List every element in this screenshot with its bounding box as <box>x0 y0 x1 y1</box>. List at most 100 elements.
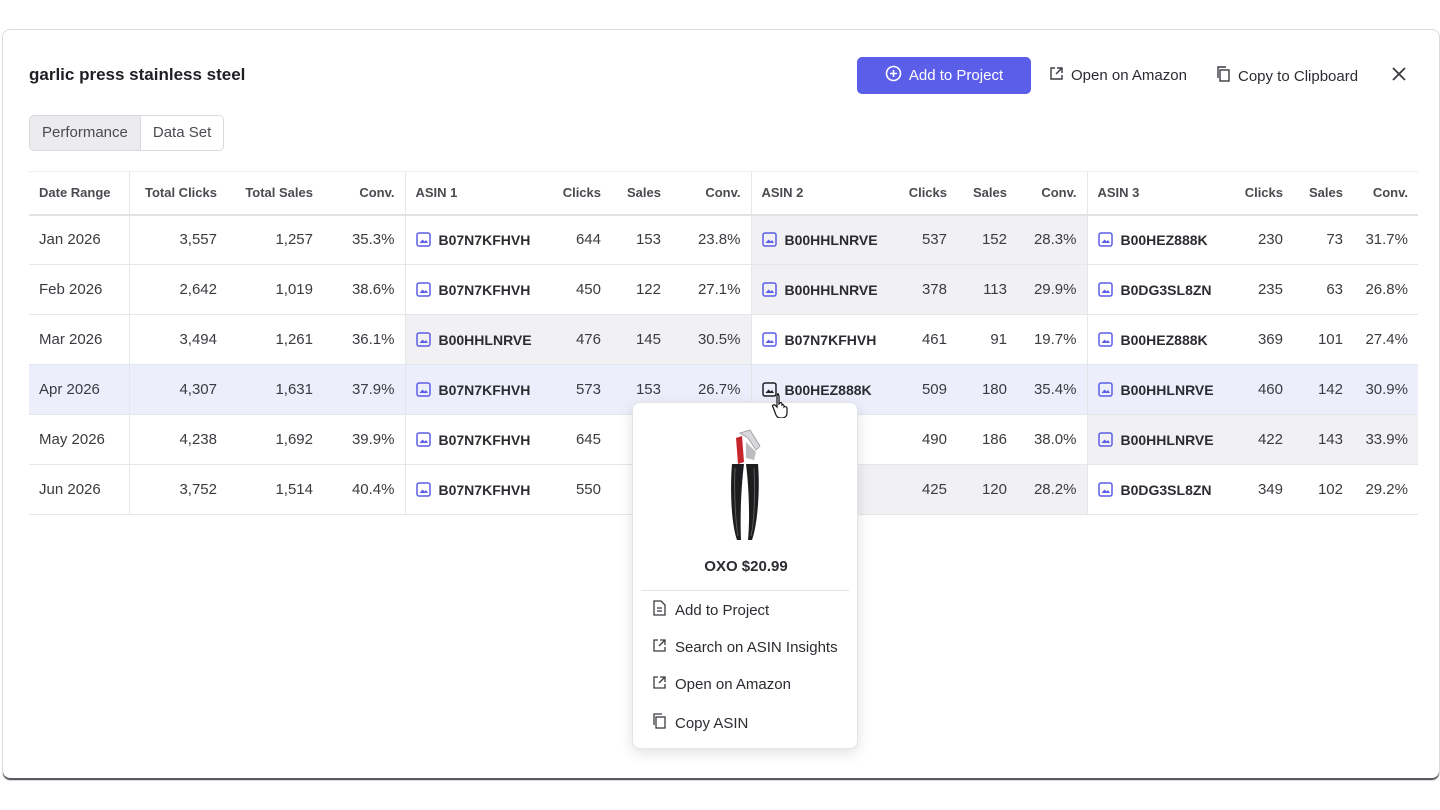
metric-cell: 28.3% <box>1017 214 1087 265</box>
asin-cell[interactable]: B0DG3SL8ZN <box>1086 464 1227 515</box>
tab-performance[interactable]: Performance <box>30 116 141 150</box>
asin-cell[interactable]: B07N7KFHVH <box>404 264 545 315</box>
asin-chip[interactable]: B00HHLNRVE <box>415 331 536 348</box>
image-icon <box>415 332 431 347</box>
close-icon[interactable] <box>1389 64 1409 84</box>
asin-chip[interactable]: B07N7KFHVH <box>415 231 536 248</box>
metric-cell: 461 <box>891 314 957 365</box>
col-header-conv[interactable]: Conv. <box>323 171 405 216</box>
asin-cell[interactable]: B00HHLNRVE <box>1086 414 1227 465</box>
asin-cell[interactable]: B00HEZ888K <box>1086 314 1227 365</box>
date-range-cell: May 2026 <box>29 414 129 465</box>
metric-cell: 35.3% <box>323 214 405 265</box>
metric-cell: 120 <box>957 464 1017 515</box>
external-link-icon <box>652 638 667 657</box>
table-header-row: Date Range Total Clicks Total Sales Conv… <box>29 171 1418 216</box>
metric-cell: 27.4% <box>1353 314 1418 365</box>
col-header-asin-1[interactable]: ASIN 1 <box>404 171 545 216</box>
menu-item-add-to-project[interactable]: Add to Project <box>652 600 769 620</box>
col-header-asin-3[interactable]: ASIN 3 <box>1086 171 1227 216</box>
asin-chip[interactable]: B07N7KFHVH <box>415 482 536 498</box>
date-range-cell: Jun 2026 <box>29 464 129 515</box>
asin-chip[interactable]: B0DG3SL8ZN <box>1097 482 1218 498</box>
asin-chip[interactable]: B00HHLNRVE <box>1097 432 1218 448</box>
image-icon <box>1097 382 1113 397</box>
asin-cell[interactable]: B07N7KFHVH <box>404 414 545 465</box>
col-header-total-clicks[interactable]: Total Clicks <box>128 171 227 216</box>
image-icon <box>1097 332 1113 347</box>
asin-cell[interactable]: B00HHLNRVE <box>750 264 891 315</box>
asin-label: B07N7KFHVH <box>438 231 531 248</box>
image-icon <box>415 232 431 247</box>
col-header-asin-2-conv[interactable]: Conv. <box>1017 171 1087 216</box>
asin-chip[interactable]: B00HHLNRVE <box>761 232 882 248</box>
metric-cell: 30.9% <box>1353 364 1418 415</box>
asin-cell[interactable]: B00HHLNRVE <box>1086 364 1227 415</box>
asin-popup-menu: OXO $20.99 Add to Project Search on ASIN… <box>632 402 858 749</box>
col-header-date-range[interactable]: Date Range <box>29 171 129 216</box>
asin-cell[interactable]: B00HHLNRVE <box>750 214 891 265</box>
metric-cell: 27.1% <box>671 264 751 315</box>
col-header-asin-1-sales[interactable]: Sales <box>611 171 671 216</box>
menu-item-open-on-amazon[interactable]: Open on Amazon <box>652 675 791 694</box>
asin-chip[interactable]: B07N7KFHVH <box>415 282 536 298</box>
image-icon <box>1097 482 1113 497</box>
col-header-asin-2-clicks[interactable]: Clicks <box>891 171 957 216</box>
asin-cell[interactable]: B07N7KFHVH <box>404 214 545 265</box>
menu-item-label: Open on Amazon <box>675 676 791 693</box>
image-icon <box>415 482 431 497</box>
copy-to-clipboard-button[interactable]: Copy to Clipboard <box>1216 66 1358 86</box>
metric-cell: 39.9% <box>323 414 405 465</box>
col-header-asin-3-clicks[interactable]: Clicks <box>1227 171 1293 216</box>
asin-cell[interactable]: B0DG3SL8ZN <box>1086 264 1227 315</box>
metric-cell: 19.7% <box>1017 314 1087 365</box>
asin-cell[interactable]: B00HEZ888K <box>1086 214 1227 265</box>
col-header-total-sales[interactable]: Total Sales <box>227 171 323 216</box>
asin-cell[interactable]: B07N7KFHVH <box>750 314 891 365</box>
metric-cell: 26.8% <box>1353 264 1418 315</box>
col-header-asin-2-sales[interactable]: Sales <box>957 171 1017 216</box>
table-row[interactable]: Feb 2026 2,642 1,019 38.6% B07N7KFHVH 450 122 2… <box>29 264 1418 315</box>
table-row[interactable]: Mar 2026 3,494 1,261 36.1% B00HHLNRVE 476 145 3… <box>29 314 1418 365</box>
menu-item-copy-asin[interactable]: Copy ASIN <box>652 713 748 733</box>
asin-cell[interactable]: B07N7KFHVH <box>404 464 545 515</box>
metric-cell: 1,514 <box>227 464 323 515</box>
metric-cell: 3,752 <box>128 464 227 515</box>
open-on-amazon-button[interactable]: Open on Amazon <box>1049 66 1187 85</box>
table-row[interactable]: Jan 2026 3,557 1,257 35.3% B07N7KFHVH 644 153 2… <box>29 214 1418 265</box>
col-header-asin-3-sales[interactable]: Sales <box>1293 171 1353 216</box>
col-header-asin-1-clicks[interactable]: Clicks <box>545 171 611 216</box>
asin-chip[interactable]: B00HEZ888K <box>1097 232 1218 248</box>
asin-chip[interactable]: B00HHLNRVE <box>761 282 882 298</box>
asin-chip[interactable]: B07N7KFHVH <box>415 382 536 398</box>
asin-chip[interactable]: B0DG3SL8ZN <box>1097 282 1218 298</box>
metric-cell: 38.0% <box>1017 414 1087 465</box>
metric-cell: 1,631 <box>227 364 323 415</box>
col-header-asin-1-conv[interactable]: Conv. <box>671 171 751 216</box>
metric-cell: 550 <box>545 464 611 515</box>
asin-chip[interactable]: B07N7KFHVH <box>415 432 536 448</box>
menu-item-label: Add to Project <box>675 601 770 619</box>
date-range-cell: Mar 2026 <box>29 314 129 365</box>
asin-chip[interactable]: B00HHLNRVE <box>1097 382 1218 398</box>
asin-chip[interactable]: B00HEZ888K <box>1097 332 1218 348</box>
document-icon <box>652 600 667 620</box>
asin-cell[interactable]: B07N7KFHVH <box>404 364 545 415</box>
asin-chip[interactable]: B07N7KFHVH <box>761 332 882 348</box>
tab-data-set[interactable]: Data Set <box>140 116 224 150</box>
add-to-project-button[interactable]: Add to Project <box>857 57 1031 94</box>
asin-cell[interactable]: B00HHLNRVE <box>404 314 545 365</box>
metric-cell: 645 <box>545 414 611 465</box>
menu-item-search-asin-insights[interactable]: Search on ASIN Insights <box>652 638 838 657</box>
metric-cell: 422 <box>1227 414 1293 465</box>
col-header-asin-2[interactable]: ASIN 2 <box>750 171 891 216</box>
asin-label: B00HHLNRVE <box>438 331 532 348</box>
copy-icon <box>1216 66 1231 86</box>
date-range-cell: Feb 2026 <box>29 264 129 315</box>
col-header-asin-3-conv[interactable]: Conv. <box>1353 171 1418 216</box>
metric-cell: 153 <box>611 214 671 265</box>
metric-cell: 38.6% <box>323 264 405 315</box>
metric-cell: 142 <box>1293 364 1353 415</box>
image-icon <box>761 232 777 247</box>
metric-cell: 37.9% <box>323 364 405 415</box>
